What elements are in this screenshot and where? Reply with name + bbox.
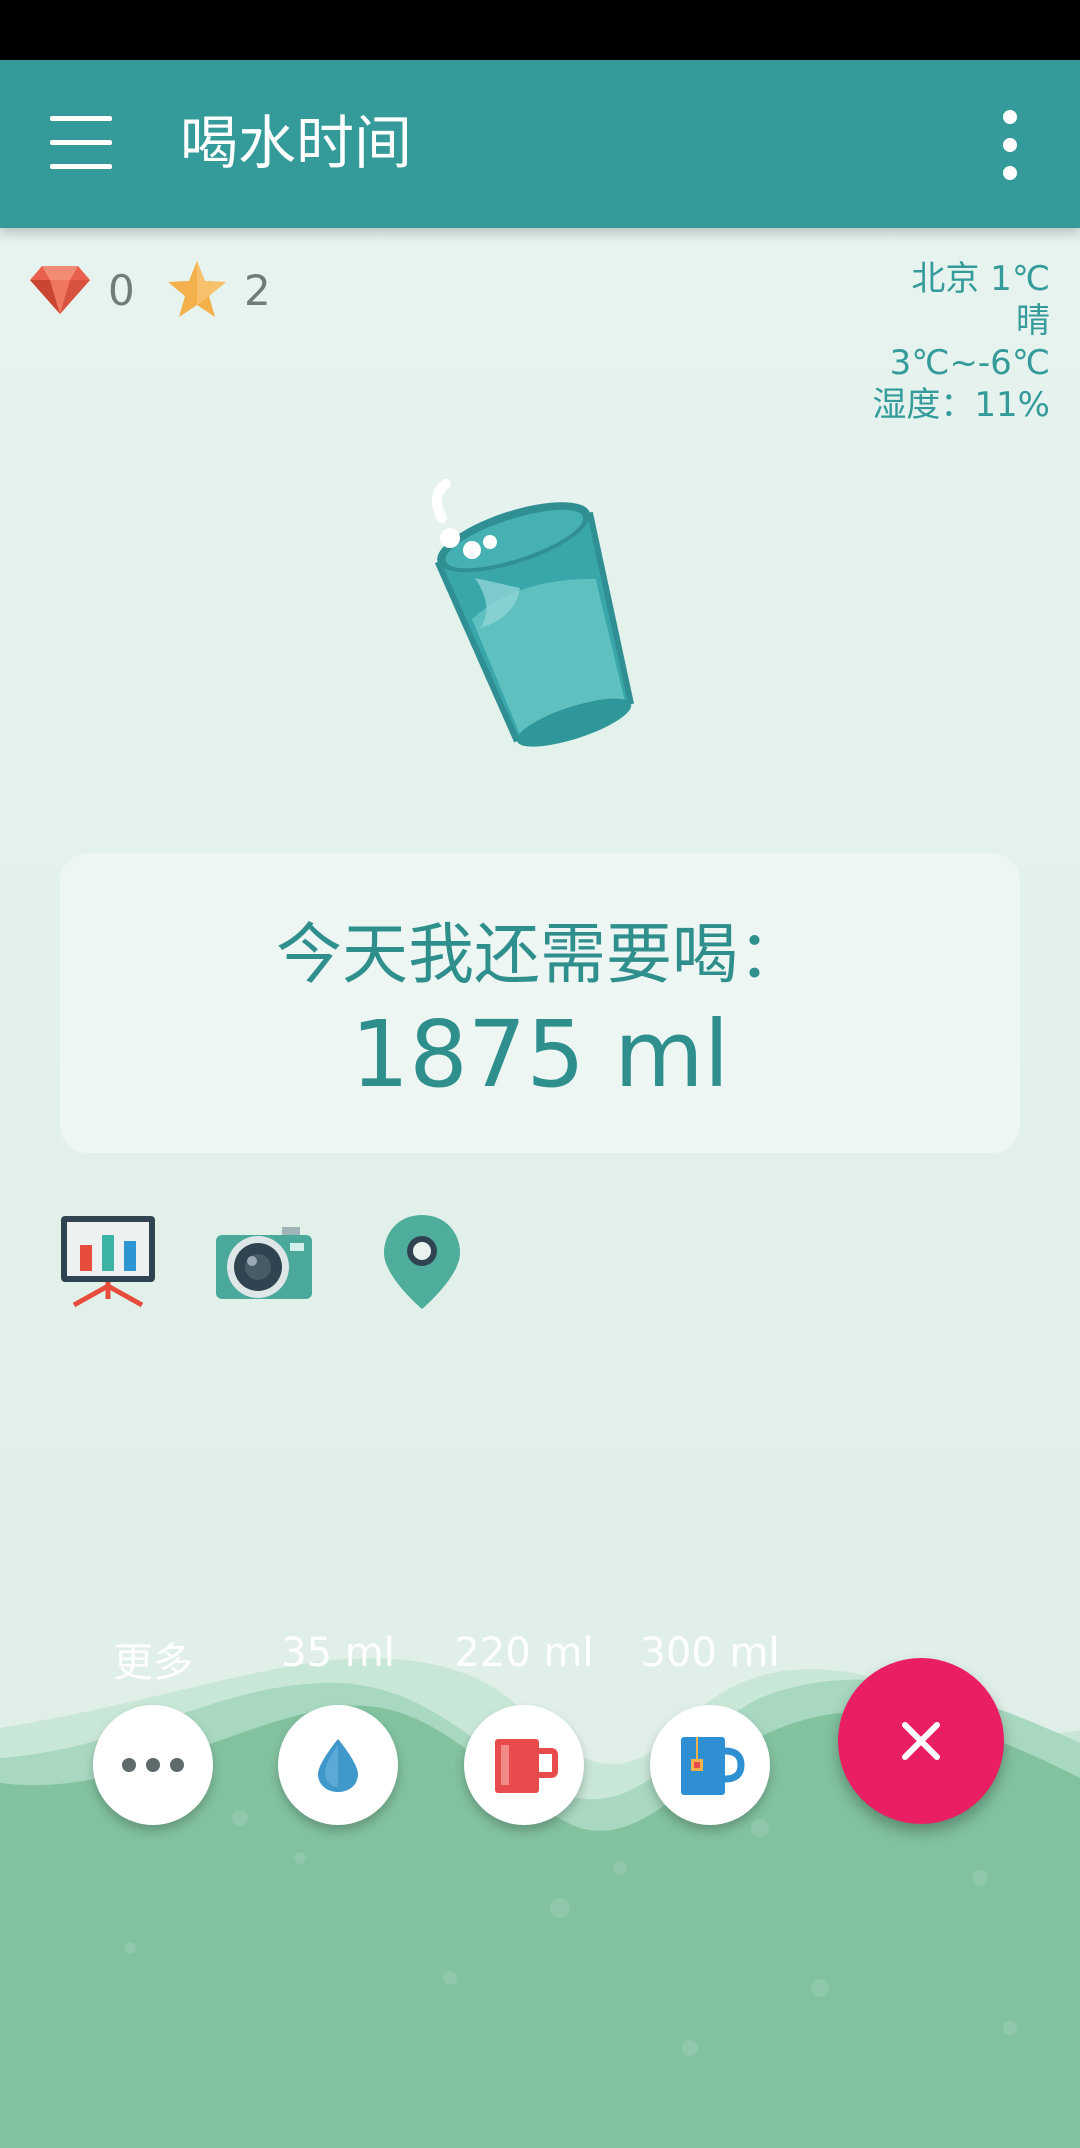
more-button[interactable] bbox=[93, 1705, 213, 1825]
star-count: 2 bbox=[244, 265, 271, 315]
quick-label-300ml: 300 ml bbox=[640, 1630, 780, 1676]
camera-icon[interactable] bbox=[214, 1213, 314, 1313]
water-cup-illustration[interactable] bbox=[420, 478, 660, 758]
weather-panel[interactable]: 北京 1℃ 晴 3℃~-6℃ 湿度：11% bbox=[872, 258, 1050, 426]
location-pin-icon[interactable] bbox=[372, 1213, 472, 1313]
quick-label-35ml: 35 ml bbox=[281, 1630, 395, 1676]
weather-city-temp: 北京 1℃ bbox=[911, 259, 1050, 299]
remaining-card: 今天我还需要喝： 1875 ml bbox=[60, 853, 1020, 1153]
more-options-icon[interactable] bbox=[990, 110, 1030, 180]
water-drop-icon bbox=[318, 1739, 358, 1792]
chart-icon[interactable] bbox=[58, 1213, 158, 1313]
gem-counter[interactable]: 0 bbox=[28, 260, 135, 320]
weather-condition: 晴 bbox=[1016, 301, 1050, 341]
app-title: 喝水时间 bbox=[180, 109, 413, 177]
more-dots-icon bbox=[122, 1758, 184, 1772]
gem-count: 0 bbox=[108, 265, 135, 315]
weather-range: 3℃~-6℃ bbox=[889, 343, 1050, 383]
weather-humidity: 湿度：11% bbox=[872, 385, 1050, 425]
add-35ml-button[interactable] bbox=[278, 1705, 398, 1825]
close-icon bbox=[902, 1722, 940, 1760]
app-bar: 喝水时间 bbox=[0, 60, 1080, 228]
gem-icon bbox=[30, 266, 90, 314]
red-mug-icon bbox=[495, 1739, 558, 1793]
star-icon bbox=[168, 261, 226, 317]
remaining-amount: 1875 ml bbox=[350, 1001, 730, 1108]
quick-label-more: 更多 bbox=[113, 1640, 193, 1686]
tea-mug-icon bbox=[681, 1737, 745, 1795]
remaining-label: 今天我还需要喝： bbox=[276, 916, 804, 993]
quick-label-220ml: 220 ml bbox=[454, 1630, 594, 1676]
add-220ml-button[interactable] bbox=[464, 1705, 584, 1825]
menu-icon[interactable] bbox=[50, 116, 112, 172]
add-300ml-button[interactable] bbox=[650, 1705, 770, 1825]
star-counter[interactable]: 2 bbox=[166, 260, 271, 320]
status-bar bbox=[0, 0, 1080, 60]
close-fab-button[interactable] bbox=[838, 1658, 1004, 1824]
